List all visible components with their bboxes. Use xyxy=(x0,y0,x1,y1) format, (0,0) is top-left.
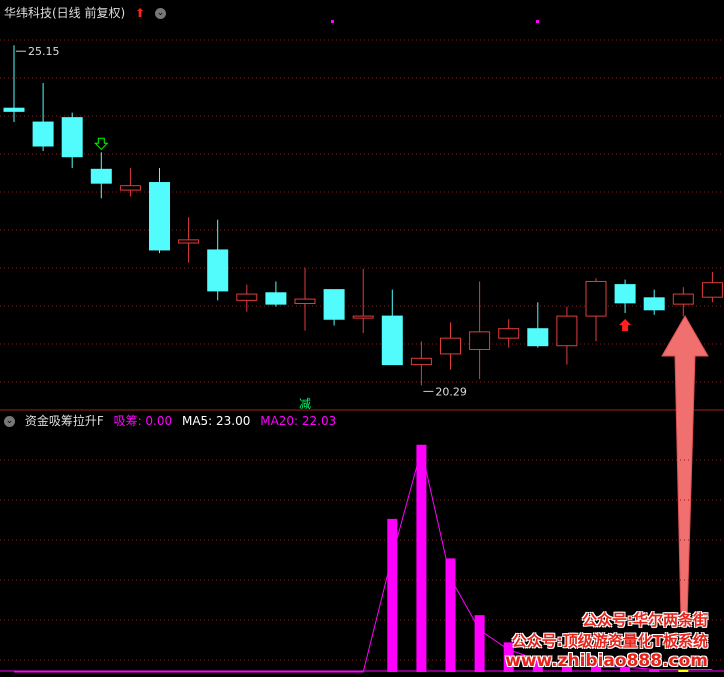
candle-body xyxy=(498,328,520,339)
candle-body xyxy=(410,357,432,366)
candle-body xyxy=(672,293,694,305)
lower-panel-header: ⌄ 资金吸筹拉升F 吸筹: 0.00 MA5: 23.00 MA20: 22.0… xyxy=(4,412,342,429)
candle-body xyxy=(323,289,345,320)
event-label: 减 xyxy=(299,397,311,411)
candle-body xyxy=(32,121,54,147)
candle-body xyxy=(701,282,723,298)
candle-body xyxy=(352,315,374,319)
high-price-label: 25.15 xyxy=(28,45,60,58)
watermark: 公众号:华尔两条街 公众号:顶级游资量化T板系统 www.zhibiao888.… xyxy=(505,609,708,671)
top-marker xyxy=(331,20,334,23)
indicator-name: 资金吸筹拉升F xyxy=(24,414,104,428)
candle-body xyxy=(236,293,258,301)
candle-body xyxy=(381,315,403,366)
candle-body xyxy=(527,328,549,347)
big-up-arrow-icon xyxy=(661,314,709,621)
indicator-value-xichou: 吸筹: 0.00 xyxy=(113,414,173,428)
indicator-value-ma20: MA20: 22.03 xyxy=(260,414,337,428)
low-price-label: 20.29 xyxy=(435,385,467,398)
candle-body xyxy=(119,185,141,191)
stock-chart: 25.15 20.29 减 xyxy=(0,20,724,673)
candle-body xyxy=(149,182,170,251)
candle-body xyxy=(61,117,83,158)
candle-body xyxy=(294,298,316,304)
chevron-down-icon[interactable]: ⌄ xyxy=(4,416,15,427)
watermark-line-1: 公众号:华尔两条街 xyxy=(582,611,708,629)
indicator-bar xyxy=(445,558,456,672)
stock-title: 华纬科技(日线 前复权) xyxy=(4,6,126,20)
candle-body xyxy=(265,292,287,305)
up-arrow-icon: ⬆ xyxy=(135,6,146,20)
watermark-line-3: www.zhibiao888.com xyxy=(505,651,708,671)
top-marker xyxy=(536,20,539,23)
indicator-bar xyxy=(416,444,427,672)
candle-body xyxy=(178,239,200,244)
candle-body xyxy=(440,337,461,355)
candle-body xyxy=(614,284,636,304)
candle-body xyxy=(585,280,607,317)
candle-body xyxy=(207,249,229,292)
watermark-line-2: 公众号:顶级游资量化T板系统 xyxy=(511,632,708,650)
candle-body xyxy=(469,331,491,350)
chevron-down-icon[interactable]: ⌄ xyxy=(154,8,166,19)
up-arrow-icon xyxy=(619,318,632,331)
candle-body xyxy=(90,168,112,184)
upper-panel-header: 华纬科技(日线 前复权) ⬆ ⌄ xyxy=(4,4,172,21)
indicator-value-ma5: MA5: 23.00 xyxy=(181,414,251,428)
down-arrow-icon xyxy=(94,137,109,151)
candle-body xyxy=(3,107,25,112)
candle-body xyxy=(643,297,665,311)
candle-body xyxy=(556,315,578,347)
